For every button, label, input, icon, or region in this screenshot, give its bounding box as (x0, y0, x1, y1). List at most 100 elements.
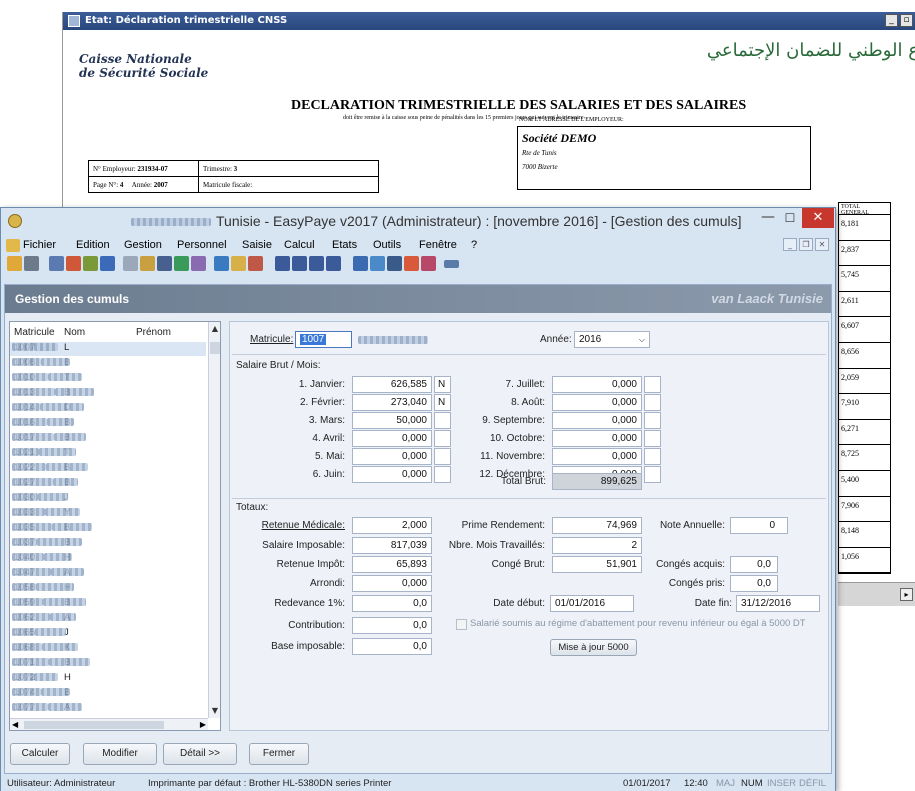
matricule-input[interactable]: 1007 (295, 331, 352, 348)
settings-icon[interactable] (191, 256, 206, 271)
annee-select[interactable]: 2016 ⌵ (574, 331, 650, 348)
window-titlebar[interactable]: Tunisie - EasyPaye v2017 (Administrateur… (1, 208, 835, 234)
month-value-input[interactable]: 0,000 (552, 394, 642, 411)
mdi-restore-button[interactable]: ❐ (799, 238, 813, 251)
list-item[interactable]: 1017B (10, 432, 206, 446)
app-menu-icon[interactable] (6, 239, 20, 252)
month-value-input[interactable]: 50,000 (352, 412, 432, 429)
mise-a-jour-button[interactable]: Mise à jour 5000 (550, 639, 637, 656)
month-flag-input[interactable] (644, 466, 661, 483)
list-item[interactable]: 1007L (10, 342, 206, 357)
abattement-checkbox[interactable] (456, 619, 467, 630)
list-horizontal-scrollbar[interactable]: ◀ ▶ (10, 718, 208, 730)
list-item[interactable]: 1072H (10, 672, 206, 686)
close-button[interactable]: ✕ (802, 208, 834, 228)
month-flag-input[interactable] (434, 448, 451, 465)
list-item[interactable]: 1077A (10, 702, 206, 716)
list-item[interactable]: 1021T (10, 447, 206, 461)
col-header-prenom[interactable]: Prénom (136, 327, 171, 338)
scroll-left-icon[interactable]: ◀ (12, 719, 18, 730)
month-flag-input[interactable] (434, 430, 451, 447)
scroll-thumb[interactable] (210, 342, 220, 354)
month-value-input[interactable]: 0,000 (352, 430, 432, 447)
contribution-input[interactable]: 0,0 (352, 617, 432, 634)
report-minimize-button[interactable]: _ (885, 14, 898, 27)
month-flag-input[interactable] (434, 466, 451, 483)
redevance-input[interactable]: 0,0 (352, 595, 432, 612)
employee-list[interactable]: Matricule Nom Prénom 1007L1008B1010T1013… (9, 321, 221, 731)
employee-icon[interactable] (66, 256, 81, 271)
month-value-input[interactable]: 273,040 (352, 394, 432, 411)
conges-pris-input[interactable]: 0,0 (730, 575, 778, 592)
fermer-button[interactable]: Fermer (249, 743, 309, 765)
list-item[interactable]: 1047A (10, 567, 206, 581)
list-vertical-scrollbar[interactable]: ▲ ▼ (208, 322, 220, 718)
list-item[interactable]: 1022B (10, 462, 206, 476)
scroll-up-icon[interactable]: ▲ (209, 322, 220, 336)
month-value-input[interactable]: 0,000 (352, 466, 432, 483)
month-value-input[interactable]: 626,585 (352, 376, 432, 393)
month-value-input[interactable]: 0,000 (552, 412, 642, 429)
list-item[interactable]: 1065J (10, 627, 206, 641)
list-item[interactable]: 1062A (10, 612, 206, 626)
menu-fichier[interactable]: Fichier (23, 239, 56, 251)
menu-calcul[interactable]: Calcul (284, 239, 315, 251)
date-fin-input[interactable]: 31/12/2016 (736, 595, 820, 612)
list-item[interactable]: 1027B (10, 477, 206, 491)
month-flag-input[interactable] (644, 448, 661, 465)
chart-icon[interactable] (404, 256, 419, 271)
list-item[interactable]: 1035B (10, 522, 206, 536)
keyboard-icon[interactable] (387, 256, 402, 271)
report-maximize-button[interactable]: ▫ (900, 14, 913, 27)
grid-icon[interactable] (370, 256, 385, 271)
month-value-input[interactable]: 0,000 (552, 430, 642, 447)
calculer-button[interactable]: Calculer (10, 743, 70, 765)
month-flag-input[interactable]: N (434, 394, 451, 411)
scroll-right-icon[interactable]: ▶ (200, 719, 206, 730)
list-item[interactable]: 1014D (10, 402, 206, 416)
edit-icon[interactable] (248, 256, 263, 271)
calc-icon[interactable] (83, 256, 98, 271)
list-item[interactable]: 1071B (10, 657, 206, 671)
month-flag-input[interactable] (644, 376, 661, 393)
report-scrollbar[interactable]: ▸ (838, 582, 915, 606)
menu-outils[interactable]: Outils (373, 239, 401, 251)
first-record-icon[interactable] (275, 256, 290, 271)
month-flag-input[interactable] (434, 412, 451, 429)
hscroll-thumb[interactable] (24, 721, 164, 729)
list-item[interactable]: 1059B (10, 597, 206, 611)
month-value-input[interactable]: 0,000 (352, 448, 432, 465)
conge-brut-input[interactable]: 51,901 (552, 556, 642, 573)
menu-help[interactable]: ? (471, 239, 477, 251)
list-item[interactable]: 1058H (10, 582, 206, 596)
mdi-close-button[interactable]: ✕ (815, 238, 829, 251)
col-header-nom[interactable]: Nom (64, 327, 85, 338)
detail-button[interactable]: Détail >> (163, 743, 237, 765)
prime-rendement-input[interactable]: 74,969 (552, 517, 642, 534)
list-item[interactable]: 1016B (10, 417, 206, 431)
modifier-button[interactable]: Modifier (83, 743, 157, 765)
list-item[interactable]: 1033Y (10, 507, 206, 521)
month-flag-input[interactable]: N (434, 376, 451, 393)
prev-record-icon[interactable] (292, 256, 307, 271)
menu-personnel[interactable]: Personnel (177, 239, 227, 251)
month-value-input[interactable]: 0,000 (552, 376, 642, 393)
salaire-imposable-input[interactable]: 817,039 (352, 537, 432, 554)
money-icon[interactable] (174, 256, 189, 271)
book-icon[interactable] (100, 256, 115, 271)
print-icon[interactable] (24, 256, 39, 271)
document-icon[interactable] (123, 256, 138, 271)
menu-gestion[interactable]: Gestion (124, 239, 162, 251)
list-item[interactable]: 1008B (10, 357, 206, 371)
maximize-button[interactable]: ☐ (780, 210, 800, 228)
month-flag-input[interactable] (644, 430, 661, 447)
arrondi-input[interactable]: 0,000 (352, 575, 432, 592)
nbre-mois-input[interactable]: 2 (552, 537, 642, 554)
scroll-right-icon[interactable]: ▸ (900, 588, 913, 601)
list-item[interactable]: 1030J (10, 492, 206, 506)
month-flag-input[interactable] (644, 394, 661, 411)
open-folder-icon[interactable] (7, 256, 22, 271)
list-item[interactable]: 1037B (10, 537, 206, 551)
col-header-matricule[interactable]: Matricule (14, 327, 55, 338)
note-annuelle-input[interactable]: 0 (730, 517, 788, 534)
